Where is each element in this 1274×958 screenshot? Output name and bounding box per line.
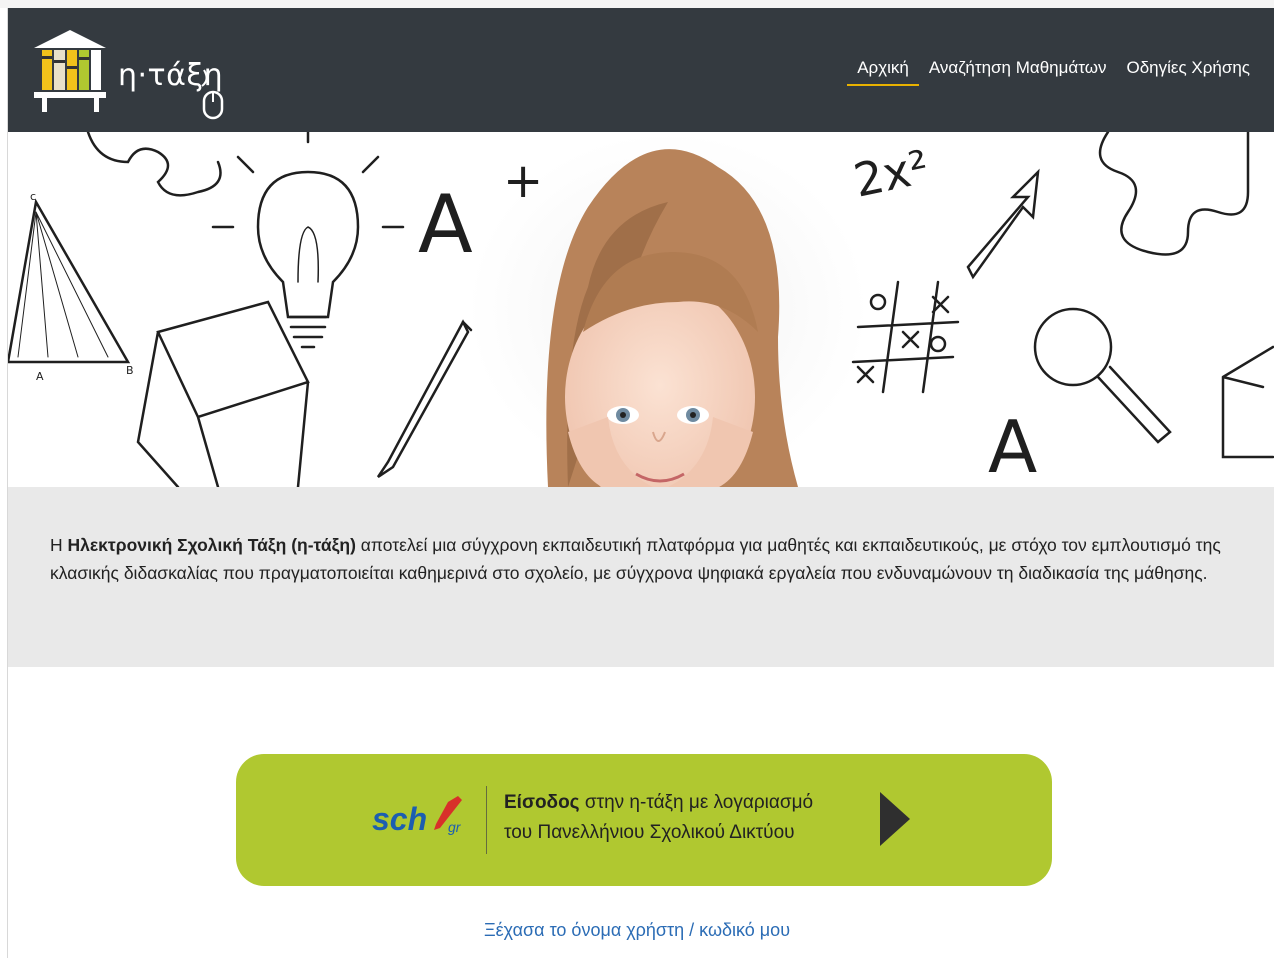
intro-paragraph: Η Ηλεκτρονική Σχολική Τάξη (η-τάξη) αποτ… <box>50 531 1230 587</box>
login-bold: Είσοδος <box>504 792 580 813</box>
triangle-label-a: A <box>36 370 44 383</box>
top-strip <box>0 0 1274 8</box>
nav-user-guide[interactable]: Οδηγίες Χρήσης <box>1116 58 1260 78</box>
hero-banner: A + 2x² A c A B <box>8 132 1274 487</box>
sch-logo-text: sch <box>372 801 427 837</box>
sch-login-button[interactable]: sch gr Είσοδος στην η-τάξη με λογαριασμό… <box>236 754 1052 886</box>
login-line1: στην η-τάξη με λογαριασμό <box>579 792 814 813</box>
intro-platform-name: Ηλεκτρονική Σχολική Τάξη (η-τάξη) <box>67 535 356 555</box>
nav-home[interactable]: Αρχική <box>847 58 919 86</box>
forgot-credentials: Ξέχασα το όνομα χρήστη / κωδικό μου <box>0 920 1274 941</box>
login-divider <box>486 786 487 854</box>
forgot-credentials-link[interactable]: Ξέχασα το όνομα χρήστη / κωδικό μου <box>484 920 790 940</box>
logo-text: η·τάξη <box>118 58 224 93</box>
triangle-label-c: c <box>30 190 36 203</box>
doodle-letter-a-bottom: A <box>988 405 1037 487</box>
main-nav: Αρχική Αναζήτηση Μαθημάτων Οδηγίες Χρήση… <box>847 58 1260 86</box>
navbar: η·τάξη Αρχική Αναζήτηση Μαθημάτων Οδηγίε… <box>8 8 1274 132</box>
intro-section: Η Ηλεκτρονική Σχολική Τάξη (η-τάξη) αποτ… <box>8 487 1274 667</box>
triangle-label-b: B <box>126 364 134 377</box>
login-line2: του Πανελλήνιου Σχολικού Δικτύου <box>504 822 795 843</box>
nav-course-search[interactable]: Αναζήτηση Μαθημάτων <box>919 58 1117 78</box>
intro-prefix: Η <box>50 535 68 555</box>
sch-logo-icon: sch gr <box>372 796 462 837</box>
play-arrow-icon <box>880 792 910 846</box>
login-text: Είσοδος στην η-τάξη με λογαριασμό του Πα… <box>504 788 884 848</box>
doodle-plus: + <box>503 153 543 209</box>
site-logo[interactable]: η·τάξη <box>32 26 242 122</box>
hero-illustration: A + 2x² A c A B <box>8 132 1274 487</box>
doodle-letter-a: A <box>418 178 473 271</box>
sch-logo-sub: gr <box>448 819 462 835</box>
